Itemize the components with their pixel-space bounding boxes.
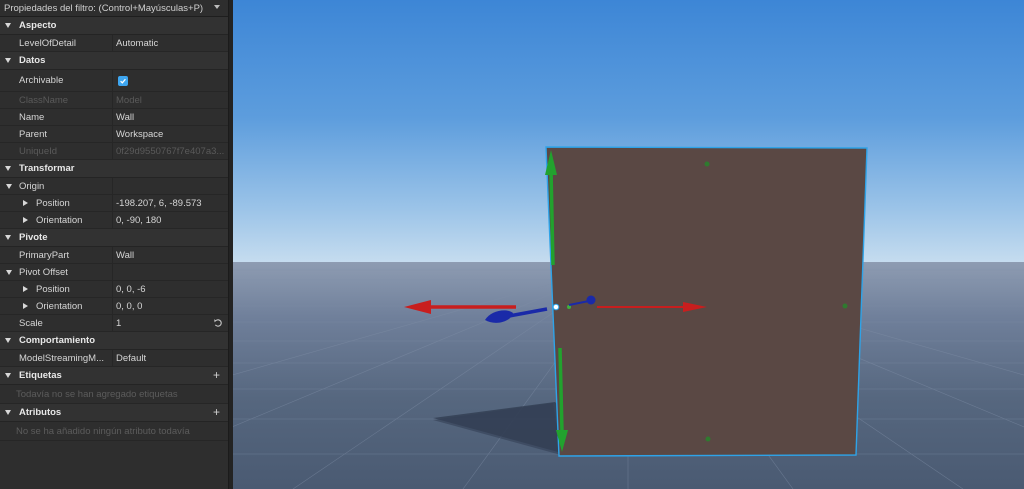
section-title: Comportamiento — [19, 335, 95, 346]
collapse-arrow-icon[interactable] — [5, 338, 11, 343]
expand-arrow-icon[interactable] — [23, 217, 28, 223]
property-name: Scale — [0, 315, 113, 331]
property-row-archivable[interactable]: Archivable — [0, 70, 228, 92]
section-transformar[interactable]: Transformar — [0, 160, 228, 178]
property-name: Position — [36, 197, 70, 209]
expand-arrow-icon[interactable] — [23, 286, 28, 292]
property-row-pivot-orientation[interactable]: Orientation 0, 0, 0 — [0, 298, 228, 315]
property-value[interactable]: Wall — [113, 109, 228, 125]
section-etiquetas[interactable]: Etiquetas + — [0, 367, 228, 385]
attributes-empty-message: No se ha añadido ningún atributo todavía — [0, 422, 228, 441]
plus-icon[interactable]: + — [213, 368, 220, 382]
property-row-parent[interactable]: Parent Workspace — [0, 126, 228, 143]
expand-arrow-icon[interactable] — [23, 200, 28, 206]
section-comportamiento[interactable]: Comportamiento — [0, 332, 228, 350]
property-name: Archivable — [0, 70, 113, 91]
property-row-scale[interactable]: Scale 1 — [0, 315, 228, 332]
property-name: Orientation — [36, 214, 83, 226]
section-pivote[interactable]: Pivote — [0, 229, 228, 247]
property-row-primary-part[interactable]: PrimaryPart Wall — [0, 247, 228, 264]
property-row-origin[interactable]: Origin — [0, 178, 228, 195]
property-value[interactable]: 0, -90, 180 — [113, 212, 228, 228]
dropdown-arrow-icon[interactable] — [214, 5, 220, 9]
property-row-origin-position[interactable]: Position -198.207, 6, -89.573 — [0, 195, 228, 212]
property-name: UniqueId — [0, 143, 113, 159]
property-row-origin-orientation[interactable]: Orientation 0, -90, 180 — [0, 212, 228, 229]
property-row-name[interactable]: Name Wall — [0, 109, 228, 126]
section-title: Atributos — [19, 407, 62, 418]
property-row-pivot-position[interactable]: Position 0, 0, -6 — [0, 281, 228, 298]
filter-properties-bar[interactable]: Propiedades del filtro: (Control+Mayúscu… — [0, 0, 228, 17]
tags-empty-message: Todavía no se han agregado etiquetas — [0, 385, 228, 404]
property-name: Pivot Offset — [19, 266, 68, 278]
viewport-scene — [233, 146, 1024, 489]
property-name: Orientation — [36, 300, 83, 312]
collapse-arrow-icon[interactable] — [5, 166, 11, 171]
section-atributos[interactable]: Atributos + — [0, 404, 228, 422]
property-value[interactable]: 1 — [113, 315, 228, 331]
property-row-unique-id: UniqueId 0f29d9550767f7e407a3... — [0, 143, 228, 160]
section-title: Etiquetas — [19, 370, 62, 381]
property-name: ClassName — [0, 92, 113, 108]
attachment-dot — [842, 303, 848, 309]
reset-icon[interactable] — [213, 318, 223, 328]
property-row-class-name: ClassName Model — [0, 92, 228, 109]
section-datos[interactable]: Datos — [0, 52, 228, 70]
property-row-level-of-detail[interactable]: LevelOfDetail Automatic — [0, 35, 228, 52]
3d-viewport[interactable] — [233, 0, 1024, 489]
property-value[interactable]: 0, 0, 0 — [113, 298, 228, 314]
section-aspecto[interactable]: Aspecto — [0, 17, 228, 35]
collapse-arrow-icon[interactable] — [5, 235, 11, 240]
section-title: Aspecto — [19, 20, 57, 31]
property-name: Position — [36, 283, 70, 295]
checkbox-checked-icon[interactable] — [118, 75, 128, 86]
filter-label: Propiedades del filtro: (Control+Mayúscu… — [4, 2, 204, 14]
property-value[interactable]: 0, 0, -6 — [113, 281, 228, 297]
pivot-center — [552, 303, 560, 311]
plus-icon[interactable]: + — [213, 405, 220, 419]
property-name: Name — [0, 109, 113, 125]
section-title: Transformar — [19, 163, 75, 174]
attachment-dot — [704, 161, 710, 167]
property-name: PrimaryPart — [0, 247, 113, 263]
section-title: Pivote — [19, 232, 48, 243]
property-value[interactable]: -198.207, 6, -89.573 — [113, 195, 228, 211]
collapse-arrow-icon[interactable] — [6, 183, 12, 189]
section-title: Datos — [19, 55, 46, 66]
collapse-arrow-icon[interactable] — [5, 373, 11, 378]
property-row-pivot-offset[interactable]: Pivot Offset — [0, 264, 228, 281]
property-name: Origin — [19, 180, 45, 192]
collapse-arrow-icon[interactable] — [5, 58, 11, 63]
property-value[interactable]: Wall — [113, 247, 228, 263]
collapse-arrow-icon[interactable] — [6, 269, 12, 275]
property-name: LevelOfDetail — [0, 35, 113, 51]
properties-panel: Propiedades del filtro: (Control+Mayúscu… — [0, 0, 228, 489]
property-row-model-streaming[interactable]: ModelStreamingM... Default — [0, 350, 228, 367]
attachment-dot — [705, 436, 711, 442]
property-value[interactable]: Default — [113, 350, 228, 366]
property-value: 0f29d9550767f7e407a3... — [116, 145, 225, 157]
expand-arrow-icon[interactable] — [23, 303, 28, 309]
property-value[interactable]: Automatic — [113, 35, 228, 51]
collapse-arrow-icon[interactable] — [5, 410, 11, 415]
collapse-arrow-icon[interactable] — [5, 23, 11, 28]
property-value[interactable]: Workspace — [113, 126, 228, 142]
property-name: Parent — [0, 126, 113, 142]
property-name: ModelStreamingM... — [0, 350, 113, 366]
property-value: Model — [116, 94, 142, 106]
